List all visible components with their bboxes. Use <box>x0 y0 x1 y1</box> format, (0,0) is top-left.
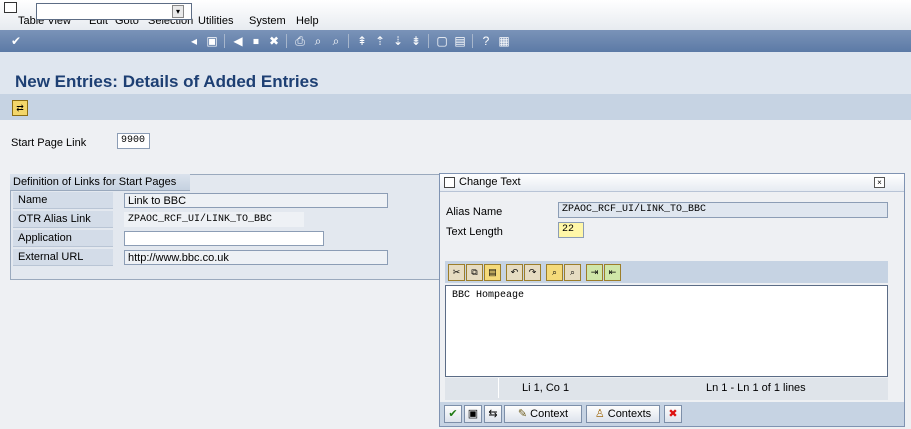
transfer-icon[interactable]: ⇆ <box>484 405 502 423</box>
undo-icon[interactable]: ↶ <box>506 264 523 281</box>
dialog-title: Change Text <box>459 176 521 188</box>
cursor-position: Li 1, Co 1 <box>522 382 570 394</box>
find-text-icon[interactable]: ⌕ <box>546 264 563 281</box>
export-icon[interactable]: ⇤ <box>604 264 621 281</box>
collapse-icon[interactable]: ◂ <box>186 33 202 49</box>
start-page-link-field[interactable]: 9900 <box>117 133 150 149</box>
name-label: Name <box>13 192 113 209</box>
people-icon: ♙ <box>594 408 605 420</box>
cut-icon[interactable]: ✂ <box>448 264 465 281</box>
help-icon[interactable]: ? <box>478 33 494 49</box>
context-button-label: Context <box>530 408 569 420</box>
copy-icon[interactable]: ⧉ <box>466 264 483 281</box>
menu-utilities[interactable]: Utilities <box>198 15 233 27</box>
close-icon[interactable]: × <box>874 177 885 188</box>
save-icon[interactable]: ▣ <box>204 33 220 49</box>
first-page-icon[interactable]: ⇞ <box>354 33 370 49</box>
system-menu-icon[interactable] <box>4 2 17 13</box>
display-details-icon[interactable]: ⇄ <box>12 100 28 116</box>
line-count: Ln 1 - Ln 1 of 1 lines <box>706 382 806 394</box>
contexts-button[interactable]: ♙ Contexts <box>586 405 660 423</box>
save-text-icon[interactable]: ▣ <box>464 405 482 423</box>
application-toolbar <box>0 94 911 120</box>
previous-page-icon[interactable]: ⇡ <box>372 33 388 49</box>
enter-check-icon[interactable]: ✔ <box>8 33 24 49</box>
paste-icon[interactable]: ▤ <box>484 264 501 281</box>
contexts-button-label: Contexts <box>607 408 652 420</box>
text-editor[interactable]: BBC Hompeage <box>445 285 888 377</box>
find-icon[interactable]: ⌕ <box>310 33 326 49</box>
pencil-icon: ✎ <box>517 408 528 420</box>
context-button[interactable]: ✎ Context <box>504 405 582 423</box>
confirm-icon[interactable]: ✔ <box>444 405 462 423</box>
next-page-icon[interactable]: ⇣ <box>390 33 406 49</box>
start-page-link-label: Start Page Link <box>11 137 87 149</box>
cancel-dialog-icon[interactable]: ✖ <box>664 405 682 423</box>
text-length-label: Text Length <box>446 226 503 238</box>
cancel-icon[interactable]: ✖ <box>266 33 282 49</box>
page-title: New Entries: Details of Added Entries <box>15 72 319 91</box>
redo-icon[interactable]: ↷ <box>524 264 541 281</box>
command-field[interactable] <box>36 3 192 20</box>
otr-alias-link-label: OTR Alias Link <box>13 211 113 228</box>
print-icon[interactable]: ⎙ <box>292 33 308 49</box>
layout-menu-icon[interactable]: ▦ <box>496 33 512 49</box>
text-length-field: 22 <box>558 222 584 238</box>
editor-status-bar <box>445 378 888 400</box>
find-next-icon[interactable]: ⌕ <box>328 33 344 49</box>
application-field[interactable] <box>124 231 324 246</box>
external-url-field[interactable]: http://www.bbc.co.uk <box>124 250 388 265</box>
group-title: Definition of Links for Start Pages <box>13 176 177 188</box>
shortcut-icon[interactable]: ▤ <box>452 33 468 49</box>
application-label: Application <box>13 230 113 247</box>
new-session-icon[interactable]: ▢ <box>434 33 450 49</box>
last-page-icon[interactable]: ⇟ <box>408 33 424 49</box>
otr-alias-link-value: ZPAOC_RCF_UI/LINK_TO_BBC <box>124 212 304 227</box>
menu-help[interactable]: Help <box>296 15 319 27</box>
back-icon[interactable]: ◀ <box>230 33 246 49</box>
dialog-window-icon <box>444 177 455 188</box>
external-url-label: External URL <box>13 249 113 266</box>
find-next-text-icon[interactable]: ⌕ <box>564 264 581 281</box>
exit-icon[interactable]: ⏹ <box>248 33 264 49</box>
import-icon[interactable]: ⇥ <box>586 264 603 281</box>
menu-system[interactable]: System <box>249 15 286 27</box>
name-field[interactable]: Link to BBC <box>124 193 388 208</box>
alias-name-label: Alias Name <box>446 206 503 218</box>
alias-name-field: ZPAOC_RCF_UI/LINK_TO_BBC <box>558 202 888 218</box>
command-history-dropdown[interactable]: ▾ <box>172 5 184 18</box>
